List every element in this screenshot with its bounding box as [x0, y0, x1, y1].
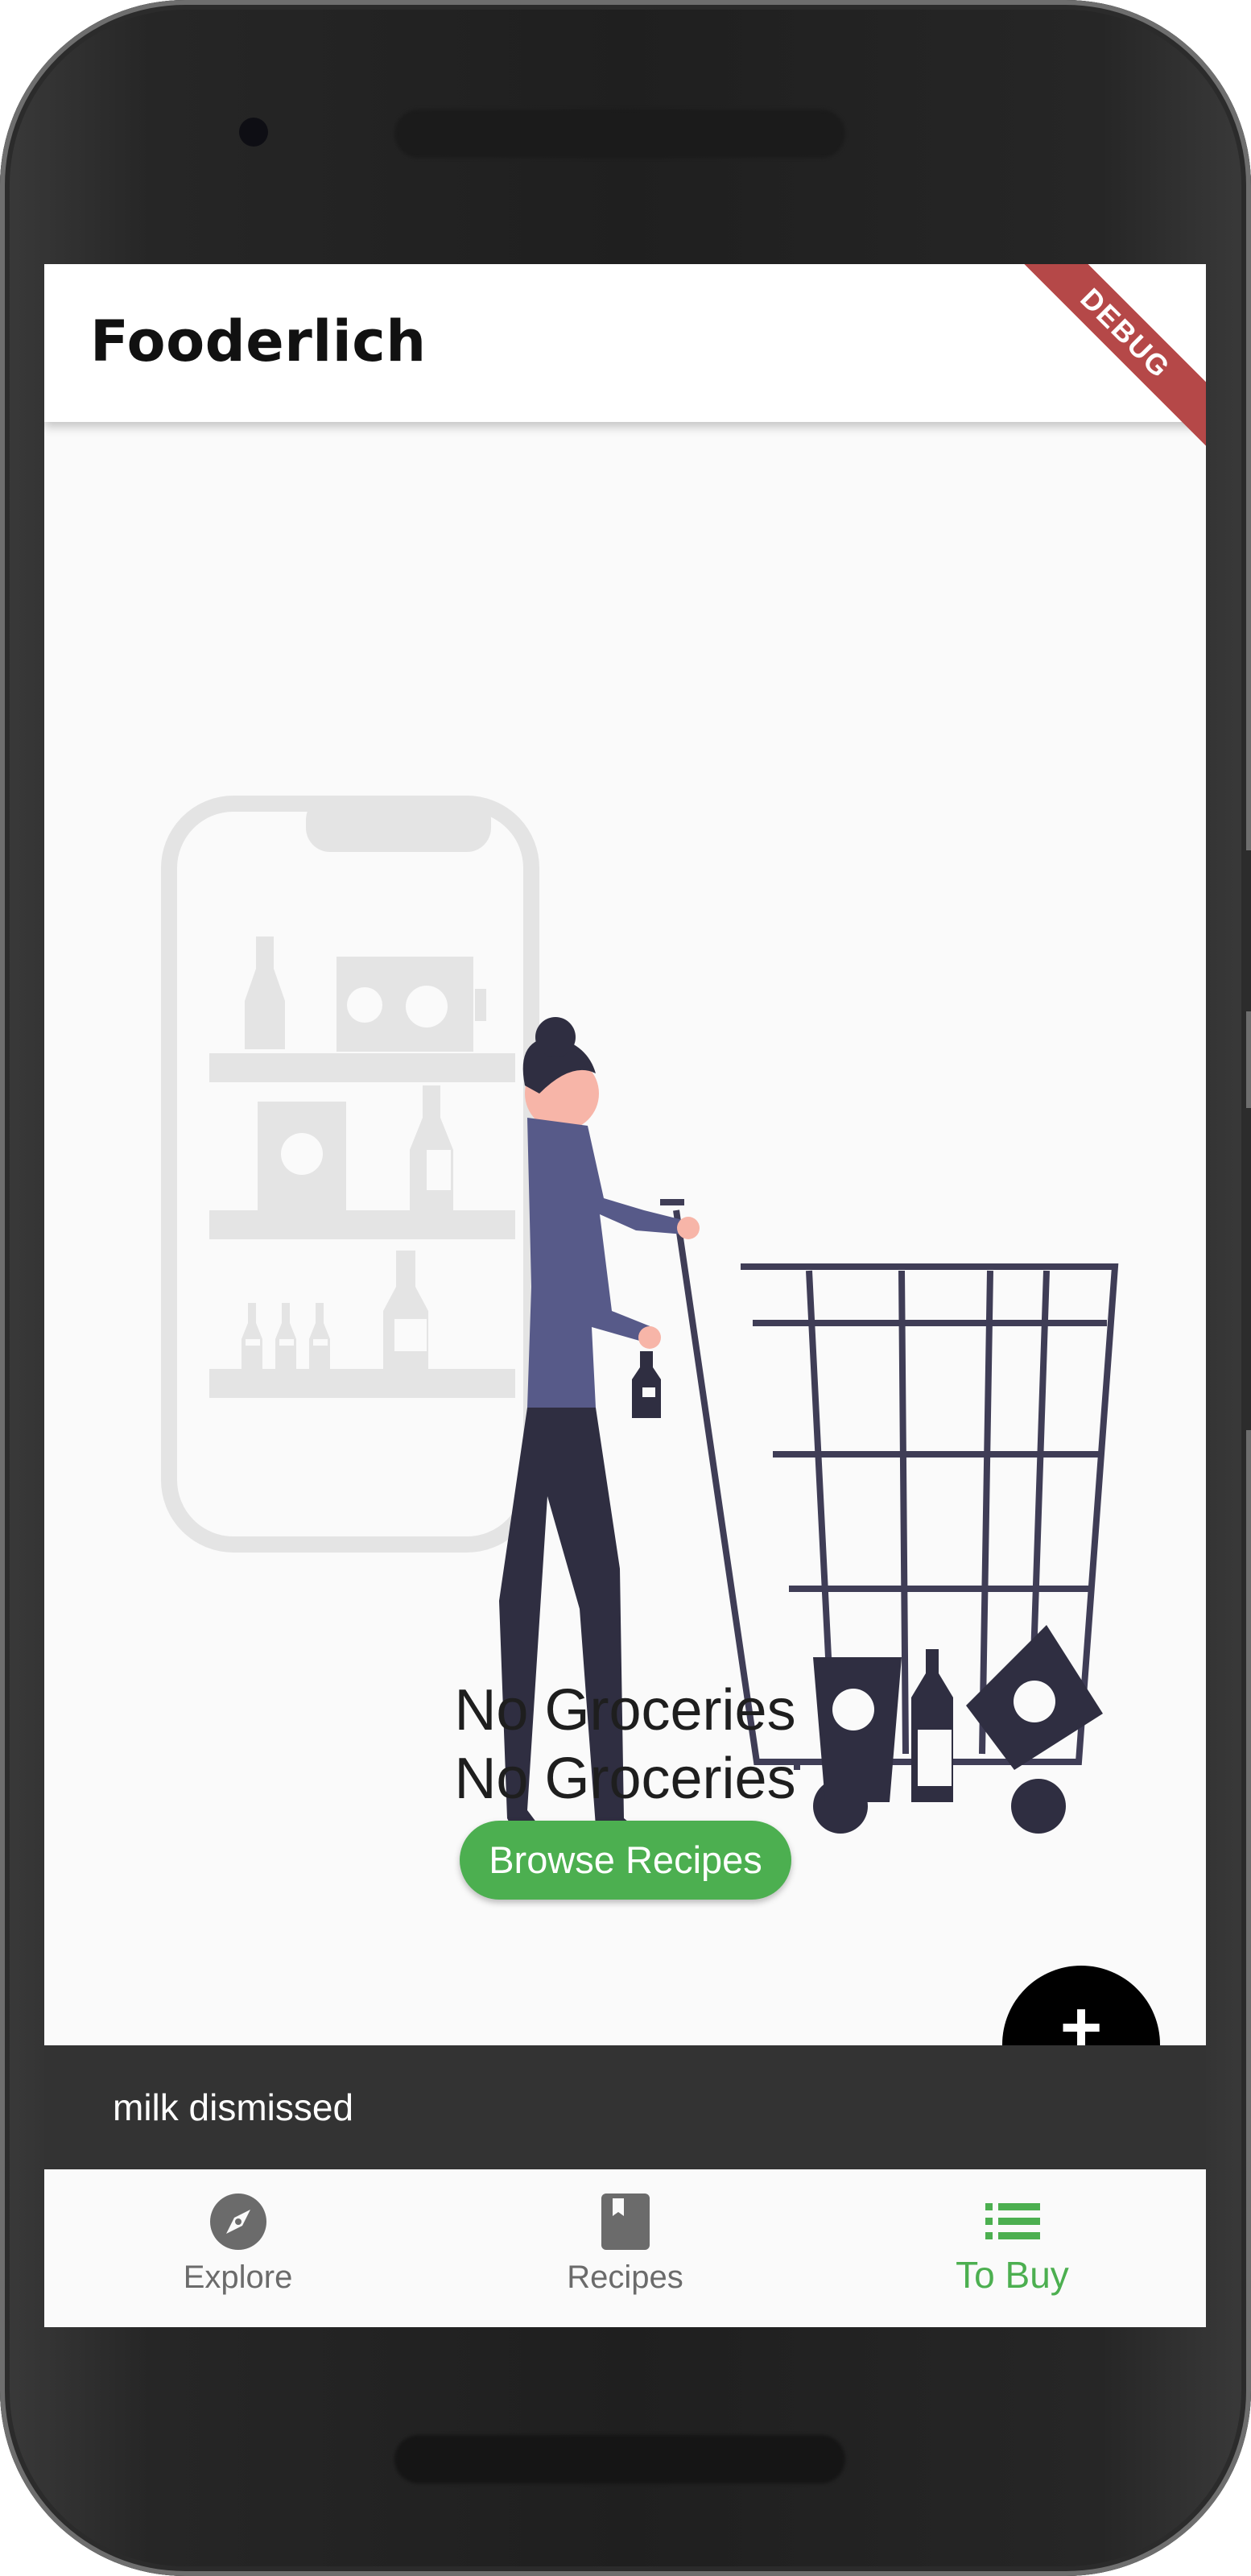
- compass-icon: [209, 2194, 266, 2250]
- front-camera: [239, 118, 268, 147]
- app-title: Fooderlich: [90, 308, 427, 374]
- debug-banner: DEBUG: [1012, 264, 1206, 447]
- phone-notch: [306, 796, 491, 852]
- empty-title-line-1: No Groceries: [454, 1678, 796, 1743]
- bottom-speaker: [394, 2435, 845, 2483]
- list-icon: [985, 2203, 1040, 2239]
- phone-illustration: [161, 796, 539, 1553]
- app-bar: Fooderlich DEBUG: [44, 264, 1206, 447]
- snackbar: milk dismissed: [44, 2045, 1206, 2169]
- bottom-navigation: Explore Recipes To Buy: [44, 2169, 1206, 2327]
- top-speaker: [394, 110, 845, 158]
- power-button: [1241, 850, 1251, 1011]
- app-screen: Fooderlich DEBUG No Groceries No Groceri…: [44, 264, 1206, 2327]
- nav-item-to-buy[interactable]: To Buy: [819, 2169, 1206, 2327]
- phone-frame: Fooderlich DEBUG No Groceries No Groceri…: [0, 0, 1251, 2576]
- snackbar-message: milk dismissed: [113, 2086, 354, 2128]
- volume-button: [1241, 1108, 1251, 1430]
- nav-item-recipes[interactable]: Recipes: [431, 2169, 819, 2327]
- empty-title-line-2: No Groceries: [454, 1747, 796, 1811]
- book-icon: [601, 2194, 650, 2250]
- nav-label-to-buy: To Buy: [956, 2254, 1069, 2296]
- nav-label-recipes: Recipes: [567, 2260, 683, 2295]
- nav-label-explore: Explore: [183, 2260, 293, 2295]
- browse-recipes-button[interactable]: Browse Recipes: [460, 1821, 791, 1900]
- nav-item-explore[interactable]: Explore: [44, 2169, 431, 2327]
